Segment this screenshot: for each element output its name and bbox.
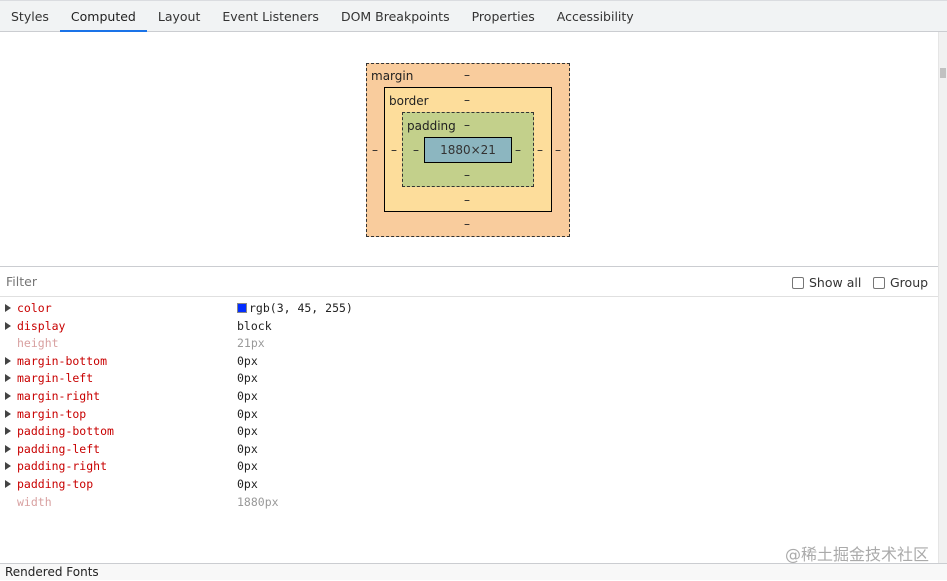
tab-properties[interactable]: Properties [461, 1, 546, 31]
property-value: 0px [237, 371, 258, 386]
property-name: width [17, 494, 52, 509]
color-swatch[interactable] [237, 303, 247, 313]
property-row[interactable]: margin-right 0px [0, 388, 930, 406]
property-value-cell: 0px [237, 442, 258, 456]
property-value-cell: 0px [237, 424, 258, 438]
margin-bottom-value[interactable]: – [464, 217, 470, 231]
expand-triangle-icon[interactable] [5, 304, 11, 312]
property-row[interactable]: margin-top 0px [0, 406, 930, 424]
margin-label: margin [371, 69, 414, 83]
border-label: border [389, 94, 429, 108]
property-value-cell: 21px [237, 336, 265, 350]
expand-triangle-icon[interactable] [5, 462, 11, 471]
expand-triangle-icon[interactable] [5, 321, 11, 330]
padding-left-value[interactable]: – [413, 143, 419, 157]
property-name: padding-top [17, 476, 94, 491]
property-name: padding-bottom [17, 424, 114, 439]
property-value: 0px [237, 406, 258, 421]
property-row[interactable]: padding-top 0px [0, 476, 930, 494]
panel-tabs: Styles Computed Layout Event Listeners DOM B… [0, 0, 947, 32]
scrollbar[interactable] [938, 32, 947, 563]
property-value: 0px [237, 388, 258, 403]
property-name: color [17, 301, 52, 315]
checkbox-box[interactable] [792, 276, 804, 289]
property-value: 0px [237, 424, 258, 439]
watermark: @稀土掘金技术社区 [784, 545, 929, 564]
property-name: padding-right [17, 459, 108, 474]
property-row[interactable]: padding-right 0px [0, 458, 930, 476]
property-name: padding-left [17, 441, 101, 456]
property-value-cell: 0px [237, 371, 258, 385]
rendered-fonts-section[interactable]: Rendered Fonts [0, 563, 947, 580]
property-value-cell: 0px [237, 477, 258, 491]
property-row[interactable]: display block [0, 318, 930, 336]
expand-triangle-icon[interactable] [5, 427, 11, 436]
show-all-checkbox[interactable]: Show all [792, 275, 861, 290]
border-bottom-value[interactable]: – [464, 193, 470, 207]
show-all-label: Show all [809, 275, 862, 290]
margin-top-value[interactable]: – [464, 68, 470, 82]
border-right-value[interactable]: – [537, 143, 543, 157]
property-value-cell: 0px [237, 354, 258, 368]
padding-right-value[interactable]: – [515, 143, 521, 157]
checkbox-box[interactable] [873, 276, 885, 289]
property-name: margin-bottom [17, 353, 108, 368]
group-label: Group [890, 275, 929, 290]
property-name: display [17, 318, 66, 333]
margin-left-value[interactable]: – [372, 143, 378, 157]
property-value-cell: 0px [237, 389, 258, 403]
property-value: 0px [237, 441, 258, 456]
margin-right-value[interactable]: – [555, 143, 561, 157]
property-value: block [237, 318, 272, 333]
padding-label: padding [407, 119, 456, 133]
padding-bottom-value[interactable]: – [464, 168, 470, 182]
filter-input[interactable] [6, 274, 506, 289]
computed-properties-list: color rgb(3, 45, 255) display block height 21… [0, 300, 930, 511]
property-value: 1880px [237, 494, 279, 509]
property-row[interactable]: margin-bottom 0px [0, 353, 930, 371]
tab-layout[interactable]: Layout [147, 1, 212, 31]
property-row[interactable]: padding-bottom 0px [0, 423, 930, 441]
property-value: 0px [237, 353, 258, 368]
expand-triangle-icon[interactable] [5, 391, 11, 400]
tab-computed[interactable]: Computed [59, 1, 147, 32]
expand-triangle-icon[interactable] [5, 479, 11, 488]
property-row[interactable]: width 1880px [0, 494, 930, 512]
property-row[interactable]: height 21px [0, 335, 930, 353]
property-row[interactable]: padding-left 0px [0, 441, 930, 459]
border-top-value[interactable]: – [464, 93, 470, 107]
expand-triangle-icon[interactable] [5, 356, 11, 365]
expand-triangle-icon[interactable] [5, 374, 11, 383]
group-checkbox[interactable]: Group [873, 275, 928, 290]
tab-accessibility[interactable]: Accessibility [546, 1, 645, 31]
filter-bar: Show all Group [0, 266, 938, 297]
property-value-cell: 0px [237, 407, 258, 421]
expand-triangle-icon[interactable] [5, 409, 11, 418]
tab-event-listeners[interactable]: Event Listeners [211, 1, 330, 31]
property-name: height [17, 336, 59, 351]
expand-triangle-icon[interactable] [5, 444, 11, 453]
property-name: margin-right [17, 388, 101, 403]
tab-dom-breakpoints[interactable]: DOM Breakpoints [330, 1, 461, 31]
content-box[interactable]: 1880×21 [424, 137, 512, 163]
property-value-cell: block [237, 319, 272, 333]
property-value: rgb(3, 45, 255) [249, 301, 353, 315]
property-row[interactable]: margin-left 0px [0, 370, 930, 388]
property-value: 0px [237, 459, 258, 474]
property-value: 0px [237, 476, 258, 491]
property-value: 21px [237, 336, 265, 351]
property-value-cell: rgb(3, 45, 255) [237, 301, 353, 315]
property-value-cell: 0px [237, 459, 258, 473]
tab-styles[interactable]: Styles [0, 1, 60, 31]
scrollbar-thumb[interactable] [940, 68, 946, 78]
property-name: margin-left [17, 371, 94, 386]
padding-top-value[interactable]: – [464, 118, 470, 132]
border-left-value[interactable]: – [391, 143, 397, 157]
property-name: margin-top [17, 406, 87, 421]
property-row[interactable]: color rgb(3, 45, 255) [0, 300, 930, 318]
property-value-cell: 1880px [237, 495, 279, 509]
